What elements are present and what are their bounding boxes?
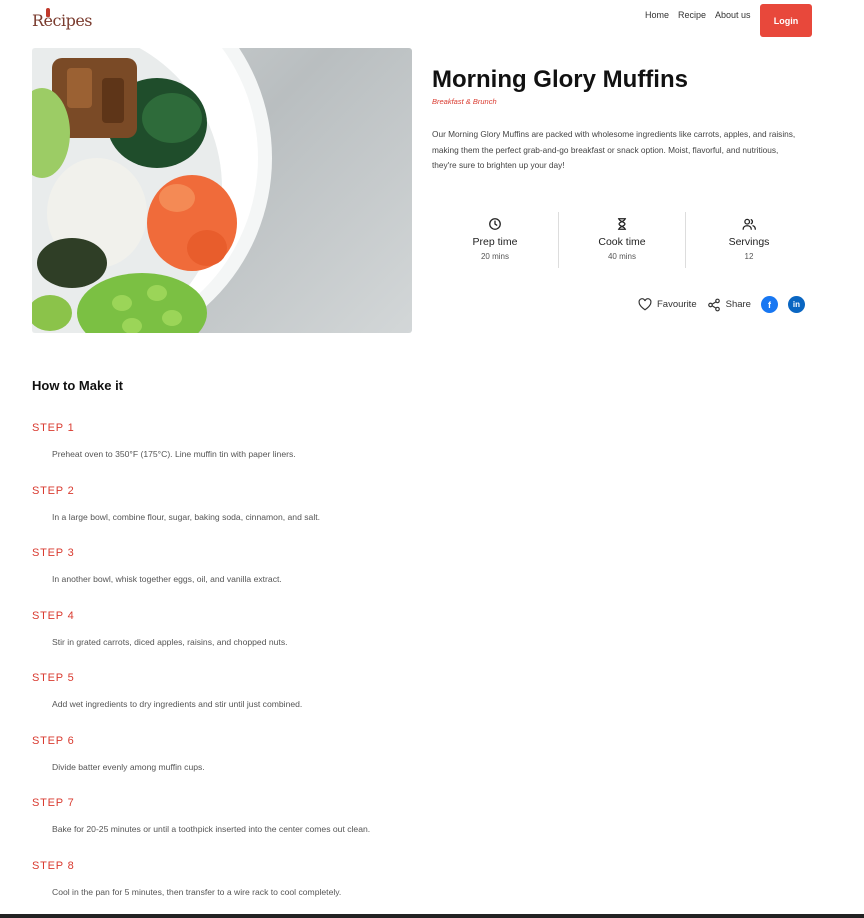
steps-list: STEP 1 Preheat oven to 350°F (175°C). Li… [32, 422, 832, 918]
stat-value: 40 mins [607, 252, 636, 261]
bottom-border [0, 914, 864, 918]
recipe-actions: Favourite Share f in [638, 296, 805, 313]
hourglass-icon [617, 218, 627, 230]
step-label: STEP 1 [32, 422, 75, 434]
facebook-share-button[interactable]: f [760, 296, 778, 313]
stat-prep-time: Prep time 20 mins [432, 212, 558, 268]
stat-label: Servings [728, 236, 770, 248]
recipe-title: Morning Glory Muffins [432, 66, 688, 93]
step-text: Divide batter evenly among muffin cups. [52, 761, 205, 772]
step-text: Add wet ingredients to dry ingredients a… [52, 699, 303, 709]
login-button[interactable]: Login [760, 4, 812, 37]
recipe-hero-image [32, 48, 412, 333]
step-label: STEP 6 [32, 734, 75, 747]
stat-servings: Servings 12 [685, 212, 812, 268]
how-to-heading: How to Make it [32, 378, 124, 393]
logo-text: Recipes [32, 11, 93, 30]
linkedin-icon: in [792, 300, 801, 309]
stat-value: 20 mins [480, 252, 509, 261]
recipe-stats: Prep time 20 mins Cook time 40 mins Serv… [432, 212, 812, 268]
step-item: STEP 5 Add wet ingredients to dry ingred… [32, 672, 832, 735]
recipe-category[interactable]: Breakfast & Brunch [432, 97, 497, 106]
step-item: STEP 6 Divide batter evenly among muffin… [32, 735, 832, 798]
favourite-label: Favourite [657, 299, 697, 310]
step-label: STEP 7 [32, 797, 75, 809]
stat-label: Prep time [472, 236, 518, 248]
nav-about-link[interactable]: About us [715, 10, 751, 20]
nav-recipe-link[interactable]: Recipe [678, 10, 706, 20]
share-icon [707, 298, 720, 311]
share-label: Share [725, 299, 751, 310]
stat-cook-time: Cook time 40 mins [558, 212, 685, 268]
share-button[interactable]: Share [707, 298, 751, 312]
step-text: Cool in the pan for 5 minutes, then tran… [52, 886, 342, 897]
step-text: Preheat oven to 350°F (175°C). Line muff… [52, 449, 296, 459]
step-label: STEP 5 [32, 672, 75, 684]
users-icon [742, 218, 756, 230]
step-item: STEP 3 In another bowl, whisk together e… [32, 547, 832, 610]
stat-value: 12 [744, 252, 754, 261]
step-item: STEP 7 Bake for 20-25 minutes or until a… [32, 797, 832, 860]
step-label: STEP 8 [32, 859, 75, 872]
step-item: STEP 8 Cool in the pan for 5 minutes, th… [32, 860, 832, 918]
favourite-button[interactable]: Favourite [638, 298, 697, 311]
step-item: STEP 1 Preheat oven to 350°F (175°C). Li… [32, 422, 832, 485]
site-logo[interactable]: Recipes [32, 8, 93, 34]
step-label: STEP 3 [32, 547, 75, 559]
step-item: STEP 4 Stir in grated carrots, diced app… [32, 610, 832, 673]
step-text: Stir in grated carrots, diced apples, ra… [52, 636, 288, 647]
food-bowl-illustration [32, 48, 272, 333]
linkedin-share-button[interactable]: in [787, 296, 805, 313]
recipe-description: Our Morning Glory Muffins are packed wit… [432, 129, 796, 170]
stat-label: Cook time [598, 236, 646, 248]
step-label: STEP 4 [32, 609, 75, 622]
clock-icon [489, 218, 501, 230]
step-item: STEP 2 In a large bowl, combine flour, s… [32, 485, 832, 548]
step-text: Bake for 20-25 minutes or until a toothp… [52, 824, 371, 834]
step-text: In a large bowl, combine flour, sugar, b… [52, 511, 321, 522]
facebook-icon: f [767, 299, 771, 310]
heart-icon [638, 298, 652, 311]
step-label: STEP 2 [32, 484, 75, 497]
step-text: In another bowl, whisk together eggs, oi… [52, 574, 282, 584]
main-nav: Home Recipe About us [645, 10, 760, 20]
nav-home-link[interactable]: Home [645, 10, 669, 20]
